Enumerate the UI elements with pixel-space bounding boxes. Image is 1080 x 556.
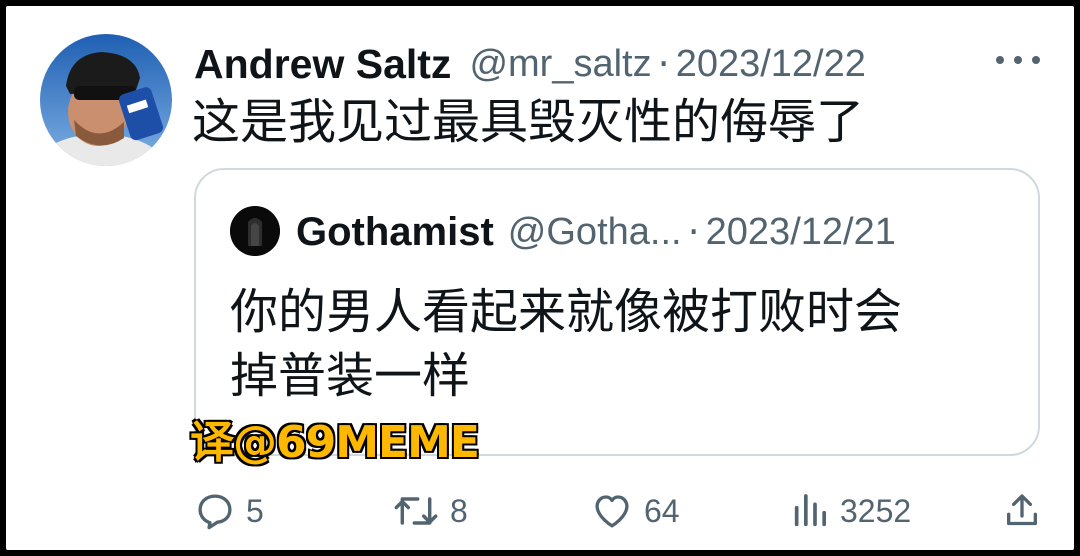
views-count: 3252 [840,492,912,529]
watermark: 译@69MEME [189,416,481,469]
share-button[interactable] [1002,482,1042,540]
quoted-display-name[interactable]: Gothamist [296,210,494,255]
views-icon [790,490,830,532]
like-icon [590,490,634,532]
tweet-text: 这是我见过最具毁灭性的侮辱了 [192,94,865,150]
author-avatar[interactable] [40,34,172,166]
action-bar: 5 8 64 3252 [194,482,1046,540]
quoted-avatar-image [230,206,280,256]
reply-icon [194,490,236,532]
author-display-name[interactable]: Andrew Saltz [194,36,451,92]
quoted-date[interactable]: 2023/12/21 [706,211,896,254]
reply-count: 5 [246,492,264,529]
like-count: 64 [644,492,680,529]
tweet-date[interactable]: 2023/12/22 [676,36,866,92]
quoted-tweet[interactable]: Gothamist @Gotha... · 2023/12/21 你的男人看起来… [194,168,1040,456]
quoted-header: Gothamist @Gotha... · 2023/12/21 [296,202,1018,262]
quoted-author-avatar[interactable] [230,206,280,256]
header-separator: · [657,42,670,86]
retweet-count: 8 [450,492,468,529]
tweet-card: Andrew Saltz @mr_saltz · 2023/12/22 这是我见… [6,6,1074,550]
avatar-image [40,34,172,166]
tweet-header: Andrew Saltz @mr_saltz · 2023/12/22 [194,36,954,92]
quoted-separator: · [687,210,700,254]
more-icon[interactable] [996,50,1040,70]
retweet-icon [392,490,440,532]
quoted-text: 你的男人看起来就像被打败时会 掉普装一样 [230,280,1012,408]
quoted-handle[interactable]: @Gotha... [508,211,682,254]
quoted-text-line: 你的男人看起来就像被打败时会 [230,284,903,340]
retweet-button[interactable]: 8 [392,482,468,540]
like-button[interactable]: 64 [590,482,680,540]
views-button[interactable]: 3252 [790,482,911,540]
author-handle[interactable]: @mr_saltz [469,36,651,92]
reply-button[interactable]: 5 [194,482,264,540]
quoted-text-line: 掉普装一样 [230,348,471,404]
share-icon [1002,490,1042,532]
